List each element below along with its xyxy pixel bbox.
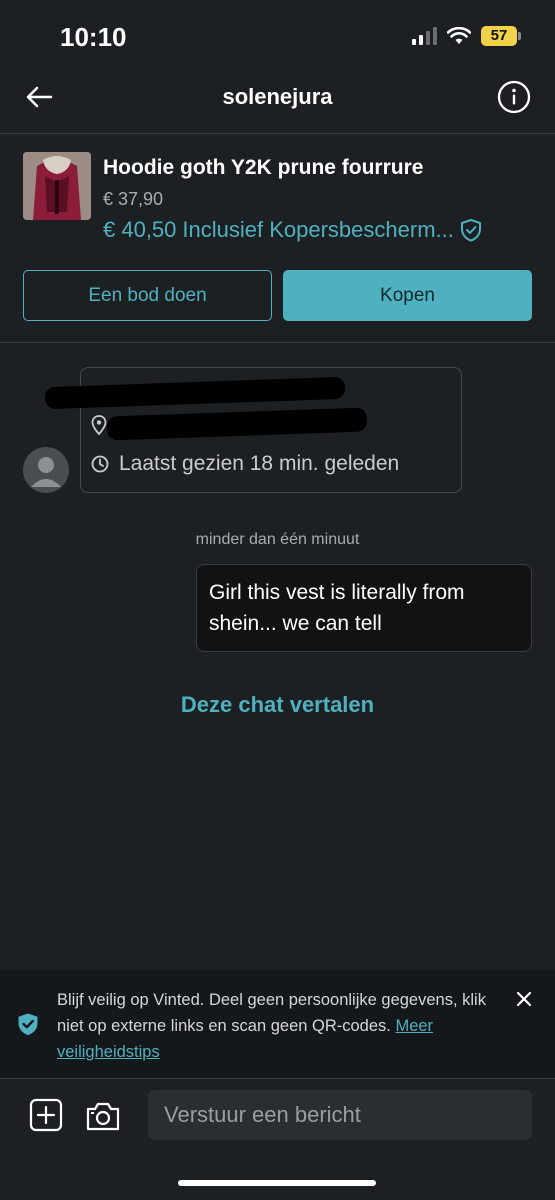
user-info-card: Laatst gezien 18 min. geleden [44,367,462,493]
plus-square-icon [29,1098,63,1132]
item-thumbnail[interactable] [23,152,91,220]
item-total-price: € 40,50 [103,217,177,242]
translate-chat-link[interactable]: Deze chat vertalen [0,692,555,718]
safety-banner-text: Blijf veilig op Vinted. Deel geen persoo… [57,987,497,1065]
header-divider [0,133,555,134]
status-time: 10:10 [60,22,127,52]
home-indicator [178,1180,376,1186]
camera-button[interactable] [85,1100,121,1132]
info-button[interactable] [497,80,531,114]
actions-divider [0,342,555,343]
close-icon [516,991,532,1007]
shield-check-icon [18,1013,38,1035]
add-attachment-button[interactable] [29,1098,63,1132]
item-total-price-row[interactable]: € 40,50 Inclusief Kopersbescherm... [103,217,533,243]
item-price: € 37,90 [103,189,164,209]
item-title[interactable]: Hoodie goth Y2K prune fourrure [103,156,423,180]
page-title: solenejura [222,84,333,109]
close-banner-button[interactable] [513,988,535,1010]
user-icon [31,457,61,487]
last-seen-row: Laatst gezien 18 min. geleden [91,452,399,476]
shield-check-icon [460,219,481,242]
message-bubble[interactable]: Girl this vest is literally from shein..… [196,564,532,652]
buy-button[interactable]: Kopen [283,270,532,321]
make-offer-button[interactable]: Een bod doen [23,270,272,321]
avatar[interactable] [23,447,69,493]
location-row [91,415,107,435]
wifi-icon [447,27,471,44]
redacted-username [44,376,346,410]
last-seen-text: Laatst gezien 18 min. geleden [119,452,400,475]
composer-divider [0,1078,555,1079]
status-icons: 57 [412,26,521,46]
battery-icon: 57 [481,26,521,46]
message-input[interactable] [148,1090,532,1140]
camera-icon [86,1102,120,1131]
info-icon [497,80,531,114]
message-timestamp: minder dan één minuut [195,531,360,548]
redacted-location [106,407,368,441]
location-pin-icon [91,415,107,435]
buyer-protection-label: Inclusief Kopersbescherm... [182,217,454,242]
clock-icon [91,455,109,473]
signal-icon [412,27,437,45]
